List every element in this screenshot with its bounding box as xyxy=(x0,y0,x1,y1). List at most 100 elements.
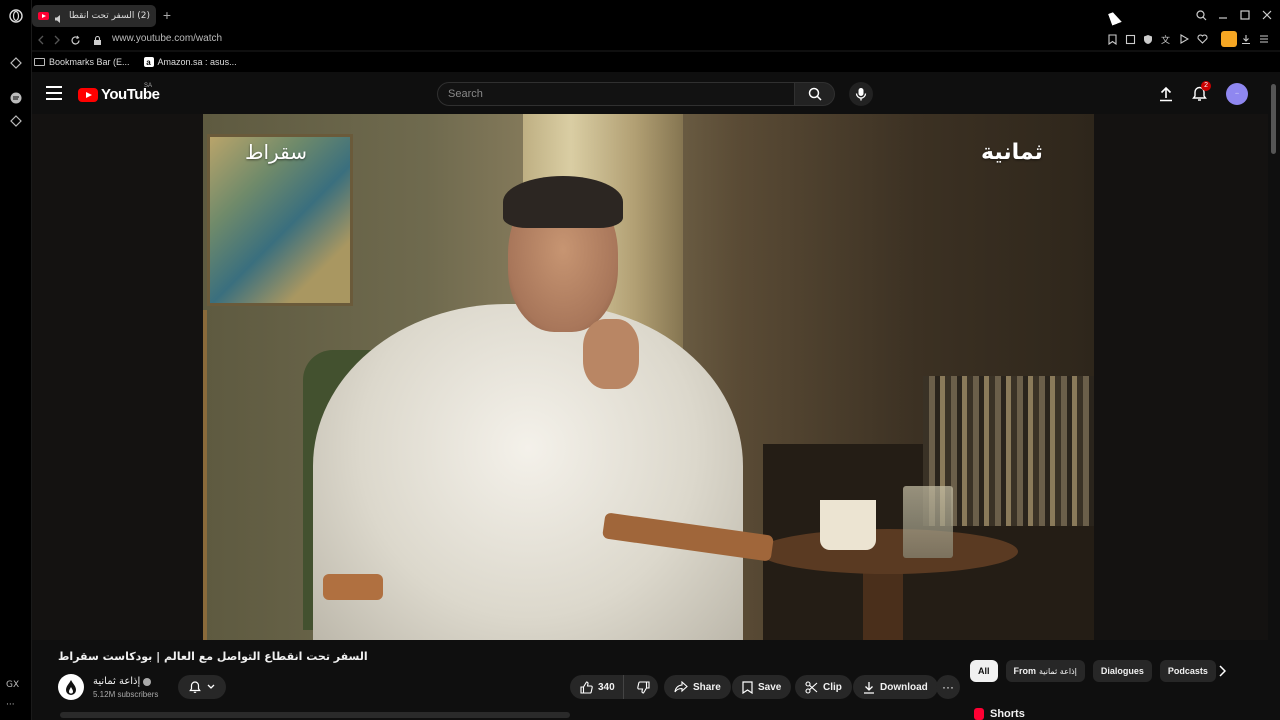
shield-icon[interactable] xyxy=(1141,32,1155,46)
clip-button[interactable]: Clip xyxy=(795,675,852,699)
scene-hair xyxy=(503,176,623,228)
youtube-favicon-icon xyxy=(38,12,49,20)
chip-from-channel[interactable]: From إذاعة ثمانية xyxy=(1005,660,1085,682)
bookmark-folder[interactable]: Bookmarks Bar (E... xyxy=(34,57,130,67)
youtube-play-icon xyxy=(78,87,98,102)
bookmark-amazon[interactable]: a Amazon.sa : asus... xyxy=(143,57,237,67)
more-actions-button[interactable]: ··· xyxy=(936,675,960,699)
page-scrollbar[interactable] xyxy=(1268,72,1280,720)
bookmark-label: Bookmarks Bar (E... xyxy=(49,57,130,67)
scrollbar-thumb[interactable] xyxy=(1271,84,1276,154)
more-icon[interactable]: ··· xyxy=(6,700,15,710)
chip-all[interactable]: All xyxy=(970,660,998,682)
guide-menu-icon[interactable] xyxy=(46,86,62,100)
bookmark-label: Amazon.sa : asus... xyxy=(157,57,237,67)
chevron-right-icon[interactable] xyxy=(1214,663,1230,679)
download-icon xyxy=(864,681,874,694)
notification-preferences-button[interactable] xyxy=(178,675,226,699)
microphone-icon xyxy=(855,88,867,101)
chevron-down-icon xyxy=(207,684,215,689)
translate-icon[interactable]: 文 xyxy=(1159,32,1173,46)
upload-icon[interactable] xyxy=(1156,84,1176,104)
downloads-icon[interactable] xyxy=(1239,32,1253,46)
channel-name[interactable]: إذاعة ثمانية xyxy=(93,676,152,687)
amazon-icon: a xyxy=(143,57,154,67)
opera-logo-icon[interactable] xyxy=(8,8,24,24)
video-player[interactable]: سقراط ثمانية xyxy=(203,114,1094,640)
scene-table xyxy=(758,529,1018,574)
channel-avatar[interactable] xyxy=(58,674,84,700)
network-watermark: ثمانية xyxy=(981,140,1043,165)
chip-from-label: From xyxy=(1013,666,1037,676)
chip-dialogues[interactable]: Dialogues xyxy=(1092,660,1152,682)
search-tabs-icon[interactable] xyxy=(1194,8,1208,22)
shorts-shelf-header: Shorts xyxy=(974,708,1025,720)
scene-easel xyxy=(203,310,283,640)
search-icon xyxy=(808,87,822,101)
verified-icon xyxy=(143,677,152,686)
bookmark-page-icon[interactable] xyxy=(1105,32,1119,46)
address-bar: www.youtube.com/watch 文 xyxy=(32,30,1280,50)
save-label: Save xyxy=(758,681,782,693)
thumbs-down-icon xyxy=(636,680,650,694)
close-icon[interactable] xyxy=(1260,8,1274,22)
tab-youtube[interactable]: (2) السفر تحت انقطاع الت xyxy=(32,5,156,27)
scene-glass xyxy=(903,486,953,558)
scene-cup xyxy=(820,500,876,550)
tab-bar: (2) السفر تحت انقطاع الت + xyxy=(32,0,1280,30)
country-code: SA xyxy=(144,83,153,89)
video-title: السفر تحت انقطاع التواصل مع العالم | بود… xyxy=(58,650,368,663)
search-box: Search xyxy=(437,82,835,106)
download-label: Download xyxy=(880,681,928,693)
share-button[interactable]: Share xyxy=(664,675,731,699)
download-button[interactable]: Download xyxy=(853,675,938,699)
search-button[interactable] xyxy=(795,82,835,106)
shorts-title: Shorts xyxy=(990,708,1025,720)
heart-icon[interactable] xyxy=(1195,32,1209,46)
channel-logo-icon xyxy=(66,680,76,695)
url-field[interactable]: www.youtube.com/watch xyxy=(112,33,222,44)
voice-search-button[interactable] xyxy=(849,82,873,106)
extension-orange-icon[interactable] xyxy=(1221,31,1237,47)
new-tab-button[interactable]: + xyxy=(160,8,174,22)
notifications-button[interactable]: 2 xyxy=(1189,81,1211,104)
save-icon xyxy=(742,680,753,694)
window-controls xyxy=(1194,8,1274,22)
music-player-icon[interactable] xyxy=(8,90,24,106)
speaker-icon[interactable] xyxy=(54,11,64,23)
minimize-icon[interactable] xyxy=(1216,8,1230,22)
lock-icon[interactable] xyxy=(90,33,104,47)
account-avatar[interactable]: ◦◦ xyxy=(1226,83,1248,105)
notification-count: 2 xyxy=(1201,81,1211,91)
shorts-icon xyxy=(974,708,984,720)
masthead: YouTube SA Search 2 ◦◦ xyxy=(32,72,1268,114)
clip-label: Clip xyxy=(823,681,842,693)
svg-text:文: 文 xyxy=(1161,34,1170,45)
subscriber-count: 5.12M subscribers xyxy=(93,690,159,699)
play-icon[interactable] xyxy=(1177,32,1191,46)
forward-icon[interactable] xyxy=(50,33,64,47)
easy-setup-icon[interactable] xyxy=(1257,32,1271,46)
like-button[interactable]: 340 xyxy=(570,675,624,699)
dislike-button[interactable] xyxy=(629,675,658,699)
search-input[interactable]: Search xyxy=(437,82,795,106)
podcast-watermark: سقراط xyxy=(245,140,307,164)
extensions-sidebar-icon[interactable] xyxy=(8,55,24,71)
like-count: 340 xyxy=(598,681,615,693)
maximize-icon[interactable] xyxy=(1238,8,1252,22)
scene-chair-arm-left xyxy=(323,574,383,600)
thumbs-up-icon xyxy=(580,680,593,694)
youtube-page: YouTube SA Search 2 ◦◦ سقراط ثمانية السف… xyxy=(32,72,1268,720)
save-button[interactable]: Save xyxy=(732,675,792,699)
channel-name-text: إذاعة ثمانية xyxy=(93,676,141,687)
chip-podcasts[interactable]: Podcasts xyxy=(1159,660,1216,682)
share-icon xyxy=(674,681,688,693)
reload-icon[interactable] xyxy=(68,33,82,47)
back-icon[interactable] xyxy=(34,33,48,47)
youtube-logo[interactable]: YouTube SA xyxy=(78,83,160,103)
chip-from-channel-name: إذاعة ثمانية xyxy=(1039,666,1077,676)
gx-label: GX xyxy=(6,680,20,690)
scene-table-leg xyxy=(863,564,903,640)
snapshot-icon[interactable] xyxy=(1123,32,1137,46)
pinboard-icon[interactable] xyxy=(8,113,24,129)
